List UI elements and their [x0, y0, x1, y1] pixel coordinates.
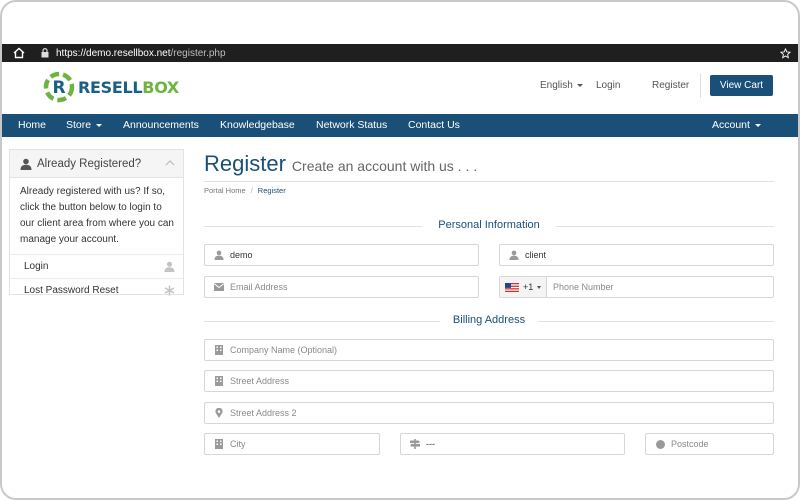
signpost-icon: [410, 439, 420, 449]
sidebar-item-label: Lost Password Reset: [24, 285, 119, 296]
page-title-heading: Register: [204, 151, 286, 176]
breadcrumb: Portal Home / Register: [204, 186, 286, 195]
street-address-placeholder: Street Address: [230, 376, 290, 386]
breadcrumb-portal-home[interactable]: Portal Home: [204, 186, 246, 195]
phone-field[interactable]: +1 Phone Number: [499, 276, 774, 298]
nav-account-label: Account: [712, 119, 750, 131]
title-divider: [204, 181, 774, 182]
chevron-down-icon: [754, 123, 761, 127]
view-cart-button[interactable]: View Cart: [710, 75, 773, 96]
last-name-field[interactable]: client: [499, 244, 774, 266]
resellbox-logo[interactable]: R RESELLBOX: [42, 70, 179, 104]
url-field[interactable]: https://demo.resellbox.net/register.php: [56, 48, 226, 59]
email-placeholder: Email Address: [230, 282, 288, 292]
phone-placeholder: Phone Number: [553, 282, 614, 292]
header-login-link[interactable]: Login: [596, 80, 620, 91]
building-icon: [214, 376, 224, 386]
breadcrumb-separator: /: [250, 186, 253, 195]
city-placeholder: City: [230, 439, 246, 449]
nav-store[interactable]: Store: [66, 114, 103, 137]
header-divider: [700, 74, 701, 98]
svg-text:R: R: [52, 78, 65, 98]
postcode-placeholder: Postcode: [671, 439, 709, 449]
chevron-down-icon: [537, 285, 542, 289]
nav-account[interactable]: Account: [712, 114, 761, 137]
page-title: Register Create an account with us . . .: [204, 151, 477, 177]
street-address-2-field[interactable]: Street Address 2: [204, 402, 774, 424]
last-name-value: client: [525, 250, 547, 260]
logo-text: RESELLBOX: [78, 78, 179, 97]
url-host: https://demo.resellbox.net: [56, 47, 171, 59]
envelope-icon: [214, 282, 224, 292]
nav-network-status[interactable]: Network Status: [316, 114, 387, 137]
logo-text-box: BOX: [142, 77, 179, 97]
first-name-field[interactable]: demo: [204, 244, 479, 266]
sidebar-item-lost-password[interactable]: Lost Password Reset: [10, 278, 183, 302]
url-path: /register.php: [170, 47, 226, 59]
company-name-placeholder: Company Name (Optional): [230, 345, 338, 355]
chevron-down-icon: [576, 83, 583, 87]
building-icon: [214, 345, 224, 355]
nav-knowledgebase[interactable]: Knowledgebase: [220, 114, 295, 137]
personal-info-heading: Personal Information: [204, 219, 774, 233]
us-flag-icon: [505, 282, 519, 292]
bookmark-star-icon[interactable]: [778, 46, 792, 60]
city-field[interactable]: City: [204, 433, 380, 455]
section-divider: [538, 321, 774, 322]
building-icon: [214, 439, 224, 449]
language-label: English: [540, 80, 573, 91]
asterisk-icon: [164, 285, 175, 296]
street-address-field[interactable]: Street Address: [204, 370, 774, 392]
panel-description: Already registered with us? If so, click…: [20, 186, 174, 245]
page-subtitle: Create an account with us . . .: [291, 158, 478, 174]
home-icon[interactable]: [12, 46, 26, 60]
language-selector[interactable]: English: [540, 80, 583, 91]
sidebar-item-label: Login: [24, 261, 49, 272]
nav-store-label: Store: [66, 119, 92, 131]
already-registered-panel: Already Registered? Already registered w…: [9, 149, 184, 296]
panel-title: Already Registered?: [37, 157, 142, 170]
sidebar-item-login[interactable]: Login: [10, 254, 183, 278]
section-divider: [556, 226, 774, 227]
user-icon: [509, 250, 519, 260]
nav-contact-us[interactable]: Contact Us: [408, 114, 460, 137]
breadcrumb-current: Register: [257, 186, 286, 195]
circle-icon: [655, 439, 665, 449]
site-header: R RESELLBOX English Login Register View …: [2, 62, 798, 114]
postcode-field[interactable]: Postcode: [645, 433, 774, 455]
personal-info-title: Personal Information: [438, 219, 540, 231]
billing-address-heading: Billing Address: [204, 314, 774, 328]
logo-mark-icon: R: [43, 71, 75, 103]
user-icon: [214, 250, 224, 260]
first-name-value: demo: [230, 250, 253, 260]
browser-address-bar: https://demo.resellbox.net/register.php: [2, 44, 798, 62]
user-icon: [20, 158, 32, 170]
email-field[interactable]: Email Address: [204, 276, 479, 298]
main-navbar: Home Store Announcements Knowledgebase N…: [2, 114, 798, 137]
header-register-link[interactable]: Register: [652, 80, 689, 91]
screenshot-frame: https://demo.resellbox.net/register.php …: [0, 0, 800, 500]
company-name-field[interactable]: Company Name (Optional): [204, 339, 774, 361]
country-code-selector[interactable]: +1: [500, 277, 547, 297]
state-value: ---: [426, 439, 435, 449]
user-icon: [164, 261, 175, 272]
logo-text-resell: RESELL: [78, 77, 143, 97]
nav-home[interactable]: Home: [18, 114, 46, 137]
chevron-up-icon[interactable]: [165, 159, 175, 167]
country-code-value: +1: [523, 282, 534, 292]
map-marker-icon: [214, 408, 224, 418]
chevron-down-icon: [96, 123, 103, 127]
lock-icon: [40, 48, 50, 58]
panel-header[interactable]: Already Registered?: [10, 150, 183, 178]
street-address-2-placeholder: Street Address 2: [230, 408, 297, 418]
billing-address-title: Billing Address: [452, 314, 526, 326]
nav-announcements[interactable]: Announcements: [123, 114, 199, 137]
state-select[interactable]: ---: [400, 433, 625, 455]
